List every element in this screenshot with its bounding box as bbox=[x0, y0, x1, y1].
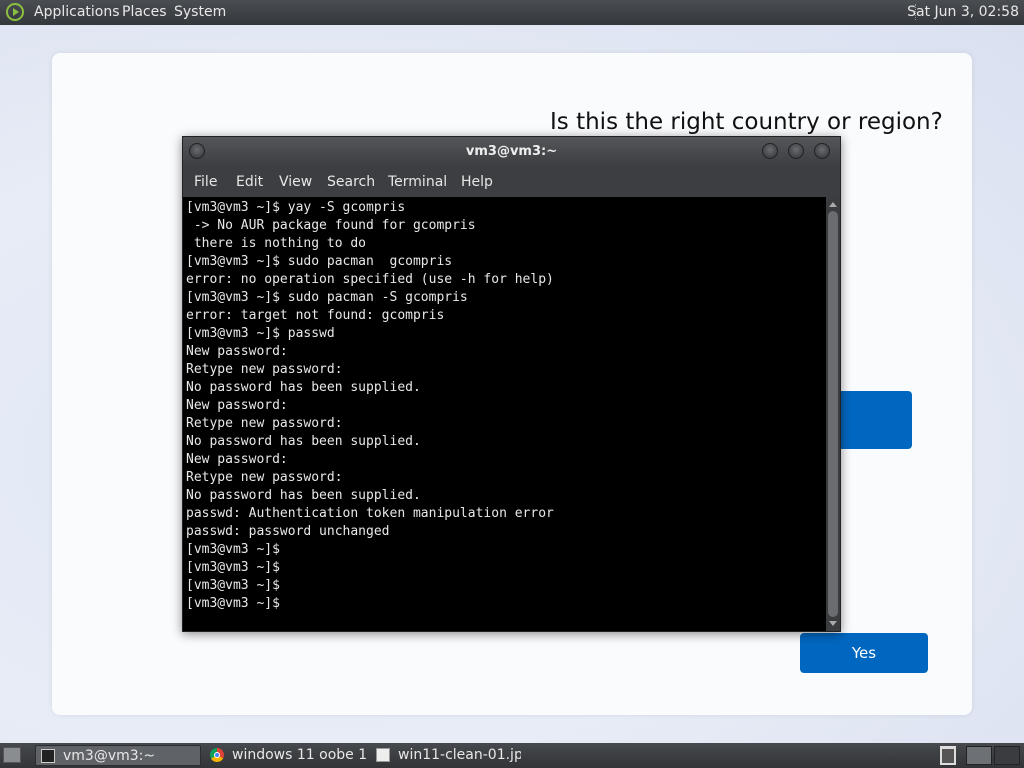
menu-applications[interactable]: Applications bbox=[34, 4, 120, 20]
menu-view[interactable]: View bbox=[279, 174, 312, 190]
menu-terminal[interactable]: Terminal bbox=[388, 174, 447, 190]
menu-places[interactable]: Places bbox=[122, 4, 167, 20]
terminal-scrollbar[interactable] bbox=[826, 197, 840, 631]
taskbar-item-label: windows 11 oobe 10... bbox=[232, 747, 367, 763]
terminal-title: vm3@vm3:~ bbox=[465, 144, 558, 159]
taskbar: vm3@vm3:~ windows 11 oobe 10... win11-cl… bbox=[0, 743, 1024, 768]
taskbar-item-label: win11-clean-01.jpg bbox=[398, 747, 521, 763]
top-panel: Applications Places System Sat Jun 3, 02… bbox=[0, 0, 1024, 25]
taskbar-item-chrome[interactable]: windows 11 oobe 10... bbox=[205, 745, 367, 766]
menu-edit[interactable]: Edit bbox=[236, 174, 263, 190]
terminal-icon bbox=[41, 749, 55, 763]
show-desktop-icon[interactable] bbox=[3, 747, 21, 763]
maximize-button[interactable] bbox=[788, 143, 804, 159]
taskbar-item-label: vm3@vm3:~ bbox=[63, 748, 156, 764]
close-button[interactable] bbox=[814, 143, 830, 159]
menu-file[interactable]: File bbox=[194, 174, 217, 190]
terminal-titlebar[interactable]: vm3@vm3:~ bbox=[183, 137, 840, 167]
taskbar-item-terminal[interactable]: vm3@vm3:~ bbox=[35, 745, 201, 766]
scroll-down-arrow-icon[interactable] bbox=[829, 621, 837, 626]
menu-help[interactable]: Help bbox=[461, 174, 493, 190]
clock[interactable]: Sat Jun 3, 02:58 bbox=[907, 4, 1019, 20]
chrome-icon bbox=[210, 748, 224, 762]
distro-logo-icon[interactable] bbox=[6, 3, 24, 21]
menu-system[interactable]: System bbox=[174, 4, 226, 20]
oobe-title: Is this the right country or region? bbox=[550, 109, 943, 135]
workspace-1[interactable] bbox=[966, 746, 992, 765]
workspace-2[interactable] bbox=[994, 746, 1020, 765]
scroll-thumb[interactable] bbox=[828, 211, 838, 617]
workspace-switcher bbox=[966, 746, 1022, 765]
image-icon bbox=[376, 748, 390, 762]
yes-button[interactable]: Yes bbox=[800, 633, 928, 673]
taskbar-item-image-viewer[interactable]: win11-clean-01.jpg bbox=[371, 745, 521, 766]
terminal-output[interactable]: [vm3@vm3 ~]$ yay -S gcompris -> No AUR p… bbox=[183, 197, 826, 631]
scroll-up-arrow-icon[interactable] bbox=[829, 202, 837, 207]
terminal-menubar: File Edit View Search Terminal Help bbox=[183, 167, 840, 197]
menu-search[interactable]: Search bbox=[327, 174, 375, 190]
trash-icon[interactable] bbox=[940, 746, 956, 765]
terminal-window: vm3@vm3:~ File Edit View Search Terminal… bbox=[182, 136, 841, 632]
minimize-button[interactable] bbox=[762, 143, 778, 159]
